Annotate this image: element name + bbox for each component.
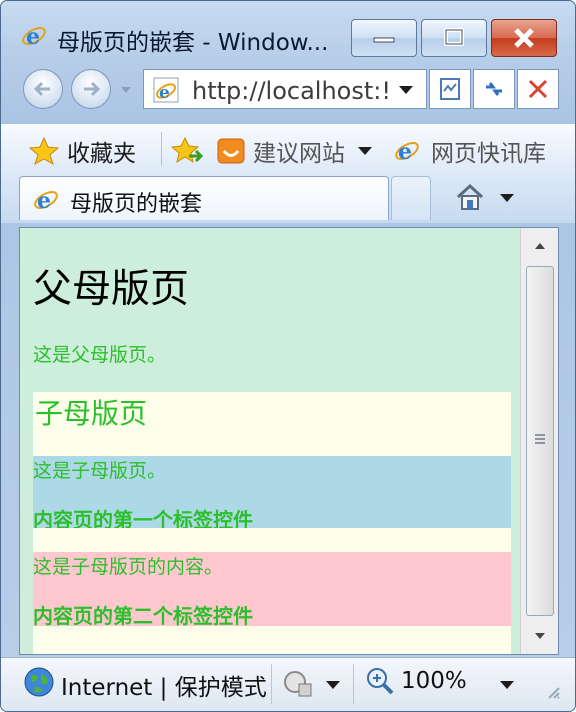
address-text: http://localhost:!	[192, 77, 388, 105]
zoom-icon[interactable]	[365, 666, 395, 696]
forward-button[interactable]	[71, 69, 111, 109]
home-dropdown-icon[interactable]	[499, 193, 515, 203]
web-slice-gallery-label: 网页快讯库	[431, 141, 546, 167]
tab-bar: e 母版页的嵌套	[1, 173, 575, 223]
page-content: 父母版页 这是父母版页。 子母版页 这是子母版页。 内容页的第一个标签控件 这是…	[19, 227, 559, 655]
back-arrow-icon	[33, 81, 50, 97]
protected-mode-icon[interactable]	[281, 668, 317, 700]
browser-window: e 母版页的嵌套 - Window... e http://localhost:	[0, 0, 576, 712]
svg-text:e: e	[398, 139, 412, 164]
web-slice-gallery-button[interactable]: e 网页快讯库	[391, 130, 571, 170]
zoom-level[interactable]: 100%	[401, 668, 467, 694]
svg-text:e: e	[159, 83, 170, 103]
maximize-button[interactable]	[421, 19, 487, 57]
tab-label: 母版页的嵌套	[70, 192, 203, 217]
parent-master-heading: 父母版页	[33, 267, 190, 312]
home-icon[interactable]	[455, 183, 485, 211]
suggested-sites-icon	[217, 138, 245, 164]
grip-icon	[535, 434, 545, 444]
second-label-control: 内容页的第二个标签控件	[33, 604, 253, 628]
suggested-sites-dropdown-icon	[358, 147, 372, 155]
title-bar: e 母版页的嵌套 - Window...	[1, 1, 575, 57]
favorites-divider	[161, 132, 162, 166]
globe-icon	[24, 667, 54, 697]
refresh-icon	[486, 82, 502, 96]
scroll-up-icon[interactable]	[534, 242, 546, 250]
compatibility-view-icon	[440, 78, 460, 100]
minimize-button[interactable]	[351, 19, 417, 57]
protected-mode-dropdown-icon[interactable]	[325, 680, 341, 690]
child-master-heading: 子母版页	[35, 397, 148, 430]
ie-logo-icon: e	[34, 188, 58, 213]
suggested-sites-label: 建议网站	[253, 141, 345, 167]
child-master-text: 这是子母版页。	[33, 460, 167, 482]
child-master-content-text: 这是子母版页的内容。	[33, 556, 224, 578]
new-tab-button[interactable]	[391, 176, 431, 220]
refresh-button[interactable]	[473, 69, 515, 109]
vertical-scrollbar[interactable]	[520, 228, 558, 654]
child-master-gap	[33, 528, 511, 552]
svg-text:e: e	[26, 24, 40, 49]
status-bar: Internet | 保护模式 100%	[1, 657, 575, 711]
address-dropdown-icon[interactable]	[398, 85, 414, 95]
close-icon	[514, 28, 534, 48]
star-icon	[29, 136, 59, 166]
compatibility-view-button[interactable]	[429, 69, 471, 109]
page-icon: e	[153, 77, 179, 103]
maximize-icon	[444, 28, 464, 46]
security-zone-label[interactable]: Internet | 保护模式	[61, 668, 269, 702]
resize-grip-icon[interactable]	[545, 684, 561, 700]
status-divider	[271, 664, 272, 704]
tab-active[interactable]: e 母版页的嵌套	[19, 176, 389, 220]
ie-logo-icon: e	[22, 24, 46, 49]
scroll-down-icon[interactable]	[534, 632, 546, 640]
navigation-bar: e http://localhost:!	[1, 63, 575, 119]
scrollbar-thumb[interactable]	[526, 266, 554, 616]
window-title: 母版页的嵌套 - Window...	[57, 30, 329, 56]
back-button[interactable]	[23, 69, 63, 109]
recent-pages-dropdown-icon[interactable]	[119, 85, 133, 95]
stop-icon	[528, 79, 548, 99]
svg-text:e: e	[37, 188, 51, 213]
minimize-icon	[373, 37, 395, 43]
ie-logo-icon: e	[395, 139, 419, 164]
zoom-dropdown-icon[interactable]	[499, 680, 515, 690]
stop-button[interactable]	[517, 69, 559, 109]
forward-arrow-icon	[84, 81, 101, 97]
child-master-footer	[33, 626, 511, 654]
favorites-button[interactable]: 收藏夹	[27, 130, 151, 170]
suggested-sites-button[interactable]: 建议网站	[215, 130, 381, 170]
favorites-label: 收藏夹	[67, 141, 136, 167]
add-favorite-icon[interactable]	[171, 136, 203, 166]
parent-master-text: 这是父母版页。	[33, 344, 167, 366]
close-window-button[interactable]	[491, 19, 557, 57]
favorites-bar: 收藏夹 建议网站 e 网页快讯库	[1, 123, 575, 174]
address-bar[interactable]: e http://localhost:!	[143, 69, 427, 109]
status-divider	[353, 664, 354, 704]
